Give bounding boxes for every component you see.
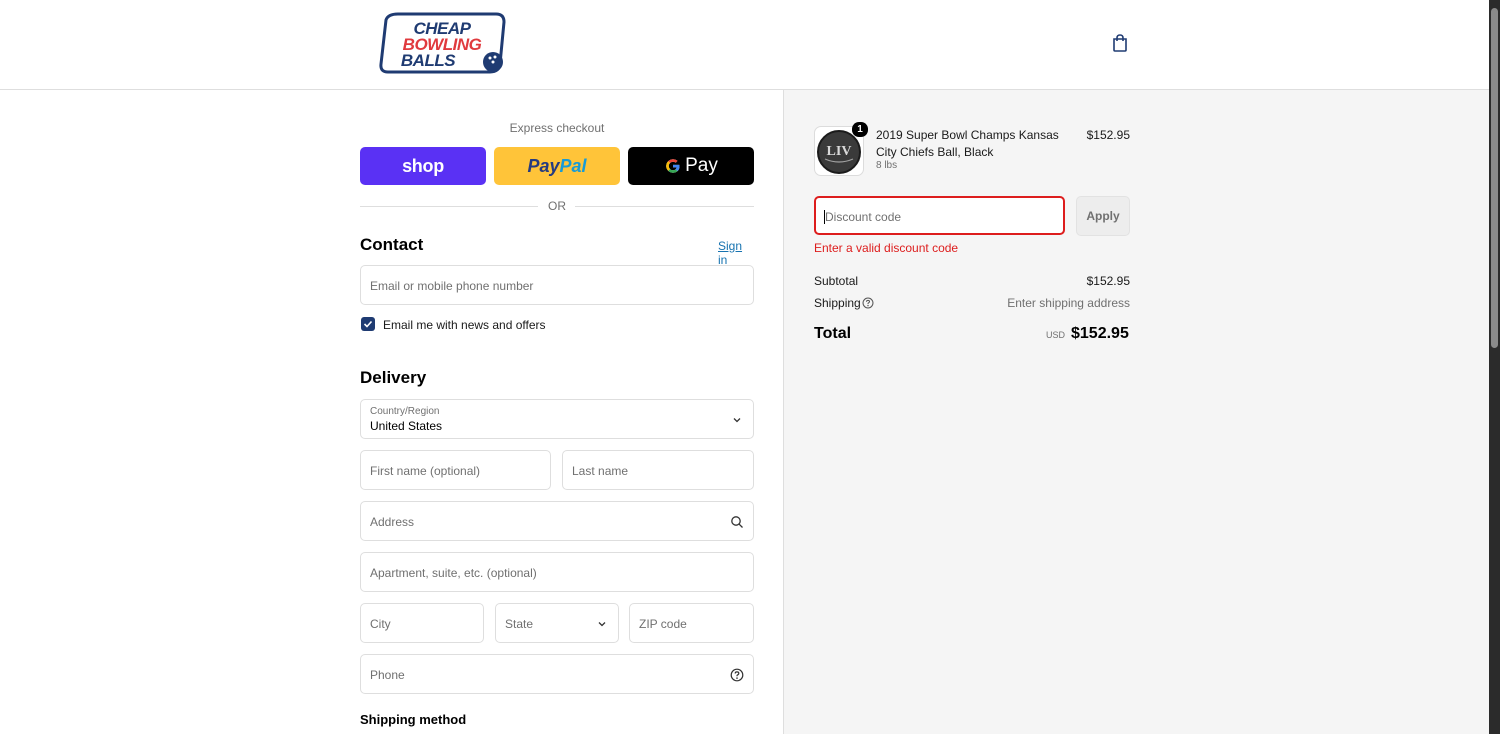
scrollbar-thumb[interactable] bbox=[1491, 8, 1498, 348]
state-placeholder: State bbox=[505, 617, 534, 631]
subtotal-label: Subtotal bbox=[814, 274, 859, 288]
last-name-field[interactable]: Last name bbox=[562, 450, 754, 490]
google-g-icon bbox=[666, 159, 680, 173]
newsletter-label: Email me with news and offers bbox=[383, 318, 546, 332]
country-label: Country/Region bbox=[370, 406, 440, 417]
google-pay-button[interactable]: Pay bbox=[628, 147, 754, 185]
total-value: $152.95 bbox=[1071, 325, 1129, 342]
total-label: Total bbox=[814, 325, 852, 342]
zip-code-placeholder: ZIP code bbox=[639, 617, 687, 631]
email-field[interactable]: Email or mobile phone number bbox=[360, 265, 754, 305]
search-icon bbox=[731, 516, 743, 528]
or-divider: OR bbox=[360, 198, 754, 214]
currency-code: USD bbox=[1046, 330, 1066, 340]
shipping-method-heading: Shipping method bbox=[360, 712, 467, 727]
apply-discount-button[interactable]: Apply bbox=[1076, 196, 1130, 236]
paypal-label-pal: Pal bbox=[559, 155, 587, 176]
delivery-heading: Delivery bbox=[360, 368, 427, 387]
help-circle-icon[interactable] bbox=[730, 668, 744, 682]
first-name-field[interactable]: First name (optional) bbox=[360, 450, 551, 490]
zip-code-field[interactable]: ZIP code bbox=[629, 603, 754, 643]
last-name-placeholder: Last name bbox=[572, 464, 629, 478]
country-value: United States bbox=[370, 419, 443, 433]
first-name-placeholder: First name (optional) bbox=[370, 464, 481, 478]
discount-error-message: Enter a valid discount code bbox=[814, 241, 959, 255]
or-label: OR bbox=[548, 199, 566, 213]
paypal-button[interactable]: Pay Pal bbox=[494, 147, 620, 185]
city-field[interactable]: City bbox=[360, 603, 484, 643]
newsletter-checkbox[interactable] bbox=[361, 317, 375, 331]
product-variant: 8 lbs bbox=[876, 160, 898, 171]
product-name: 2019 Super Bowl Champs Kansas City Chief… bbox=[876, 128, 1059, 159]
chevron-down-icon bbox=[733, 418, 741, 423]
state-select[interactable]: State bbox=[495, 603, 619, 643]
google-pay-label: Pay bbox=[685, 155, 718, 176]
site-header: CHEAP BOWLING BALLS bbox=[0, 0, 1489, 90]
quantity-badge: 1 bbox=[852, 122, 868, 137]
discount-code-placeholder: Discount code bbox=[825, 210, 902, 224]
subtotal-value: $152.95 bbox=[1086, 274, 1130, 288]
apartment-field[interactable]: Apartment, suite, etc. (optional) bbox=[360, 552, 754, 592]
shipping-value: Enter shipping address bbox=[1007, 296, 1130, 310]
express-checkout-label: Express checkout bbox=[509, 121, 605, 135]
order-summary-panel bbox=[783, 90, 1490, 734]
logo-line-balls: BALLS bbox=[400, 51, 456, 70]
checkmark-icon bbox=[363, 320, 373, 328]
product-price: $152.95 bbox=[1086, 128, 1130, 142]
phone-placeholder: Phone bbox=[370, 668, 405, 682]
shipping-help-icon[interactable] bbox=[862, 297, 874, 309]
contact-heading: Contact bbox=[360, 235, 424, 254]
shop-pay-label: shop bbox=[402, 155, 444, 176]
paypal-label-pay: Pay bbox=[527, 155, 560, 176]
country-select[interactable]: Country/Region United States bbox=[360, 399, 754, 439]
email-placeholder: Email or mobile phone number bbox=[370, 279, 534, 293]
phone-field[interactable]: Phone bbox=[360, 654, 754, 694]
cheap-bowling-balls-logo[interactable]: CHEAP BOWLING BALLS bbox=[378, 12, 508, 74]
page-scrollbar[interactable] bbox=[1489, 0, 1500, 734]
city-placeholder: City bbox=[370, 617, 391, 631]
shipping-label: Shipping bbox=[814, 296, 861, 310]
discount-code-field[interactable]: Discount code bbox=[814, 196, 1065, 235]
shopping-bag-icon[interactable] bbox=[1110, 33, 1130, 53]
chevron-down-icon bbox=[598, 622, 606, 627]
address-placeholder: Address bbox=[370, 515, 415, 529]
super-bowl-liv-mark: LIV bbox=[827, 144, 852, 159]
apartment-placeholder: Apartment, suite, etc. (optional) bbox=[370, 566, 537, 580]
address-field[interactable]: Address bbox=[360, 501, 754, 541]
sign-in-link[interactable]: Sign in bbox=[718, 239, 754, 267]
shop-pay-button[interactable]: shop bbox=[360, 147, 486, 185]
